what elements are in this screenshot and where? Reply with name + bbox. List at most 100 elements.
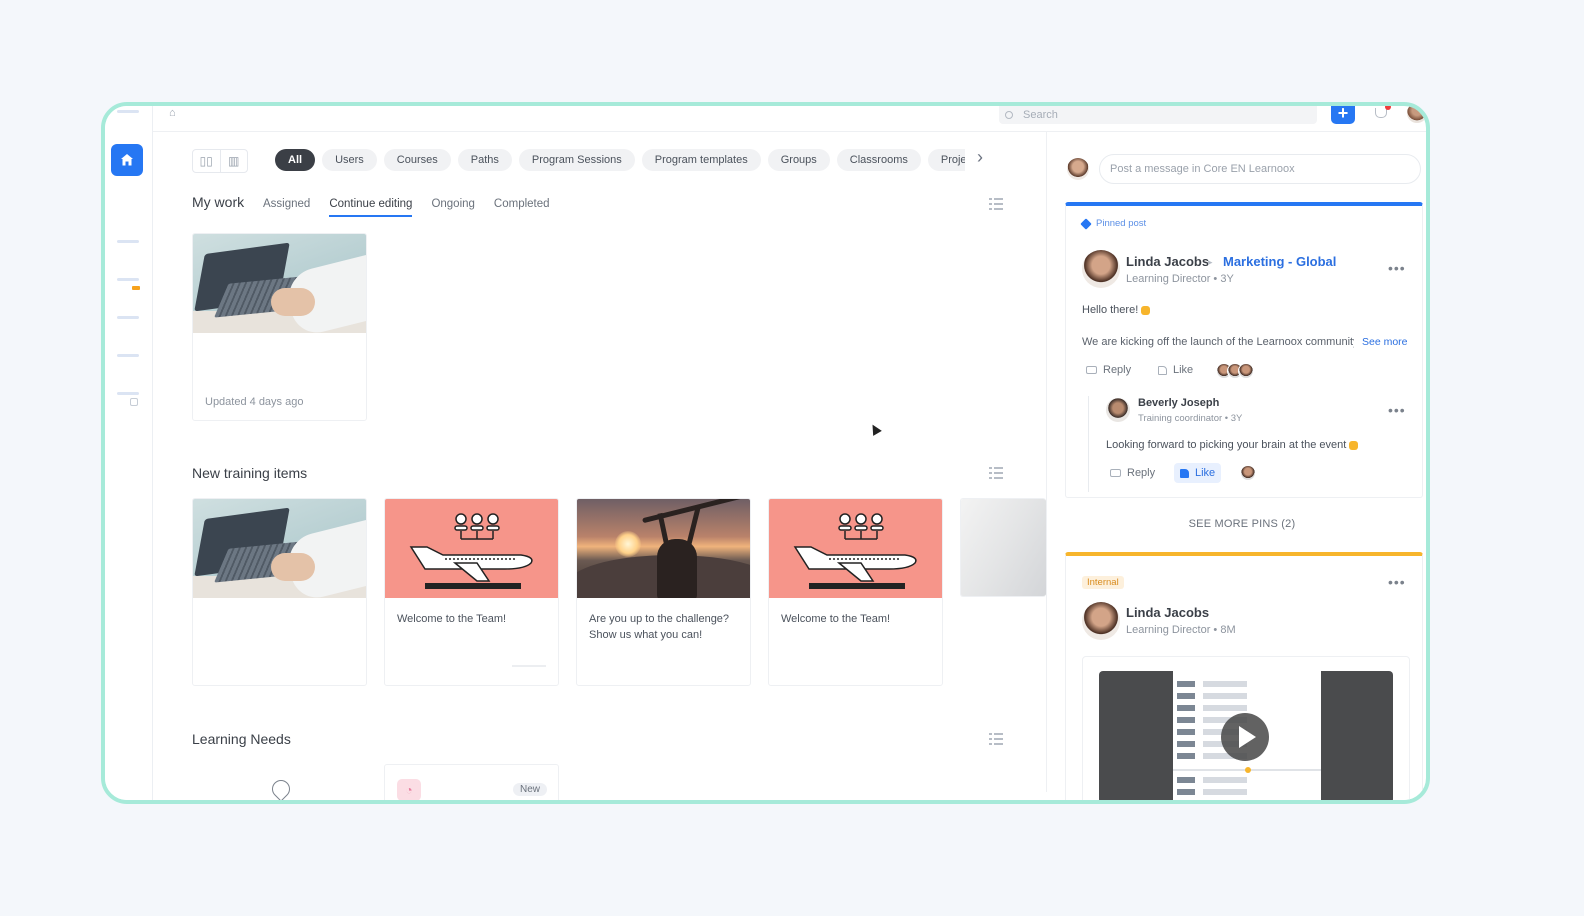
post-composer-input[interactable]: Post a message in Core EN Learnoox	[1099, 154, 1421, 184]
rail-item-2[interactable]	[117, 278, 139, 281]
chip-users[interactable]: Users	[322, 149, 377, 171]
training-card[interactable]	[960, 498, 1046, 597]
tab-completed[interactable]: Completed	[494, 198, 550, 217]
search-input[interactable]: Search	[999, 106, 1317, 124]
chip-program-sessions[interactable]: Program Sessions	[518, 149, 635, 171]
rail-item-5[interactable]	[117, 392, 139, 395]
card-caption: Welcome to the Team!	[397, 613, 507, 625]
more-options-icon[interactable]: •••	[1388, 260, 1406, 276]
composer-placeholder: Post a message in Core EN Learnoox	[1110, 163, 1295, 175]
thumbs-up-icon	[1158, 365, 1167, 375]
card-thumbnail	[193, 234, 366, 333]
lock-icon	[130, 398, 138, 406]
breadcrumb-home-icon[interactable]: ⌂	[169, 107, 176, 119]
comment-like-button[interactable]: Like	[1174, 463, 1222, 483]
my-work-card[interactable]: Updated 4 days ago	[192, 233, 367, 421]
my-work-title: My work	[192, 194, 245, 210]
chevron-right-icon[interactable]: ›	[977, 147, 983, 168]
internal-tag: Internal	[1082, 576, 1124, 589]
stats-view-icon[interactable]: ▥	[221, 150, 248, 172]
play-icon[interactable]	[1221, 713, 1269, 761]
reply-icon	[1086, 366, 1097, 374]
post-body: We are kicking off the launch of the Lea…	[1082, 336, 1354, 348]
card-caption: Are you up to the challenge? Show us wha…	[589, 613, 730, 641]
chip-groups[interactable]: Groups	[767, 149, 830, 171]
home-nav-button[interactable]	[111, 144, 143, 176]
mouse-cursor-icon	[868, 422, 882, 436]
card-thumbnail	[577, 499, 750, 598]
create-button[interactable]: +	[1331, 106, 1355, 124]
comment-text: Looking forward to picking your brain at…	[1106, 439, 1359, 451]
tab-ongoing[interactable]: Ongoing	[431, 198, 474, 217]
likers-avatars[interactable]	[1216, 363, 1254, 379]
search-placeholder: Search	[1023, 109, 1058, 121]
video-progress[interactable]	[1173, 767, 1321, 773]
left-rail	[105, 106, 153, 800]
more-options-icon[interactable]: •••	[1388, 402, 1406, 418]
filter-chips: All Users Courses Paths Program Sessions…	[275, 149, 965, 173]
video-player[interactable]	[1099, 671, 1393, 800]
pinned-label: Pinned post	[1080, 217, 1147, 230]
commenter-role: Training coordinator • 3Y	[1138, 413, 1243, 424]
emoji-icon	[1349, 440, 1359, 450]
home-icon	[121, 154, 133, 166]
card-updated: Updated 4 days ago	[205, 396, 304, 408]
like-button[interactable]: Like	[1158, 364, 1193, 376]
rail-item-4[interactable]	[117, 354, 139, 357]
training-card[interactable]	[192, 498, 367, 686]
tab-continue-editing[interactable]: Continue editing	[329, 198, 413, 217]
chip-courses[interactable]: Courses	[383, 149, 451, 171]
author-role: Learning Director • 3Y	[1126, 273, 1234, 285]
tab-assigned[interactable]: Assigned	[263, 198, 310, 217]
card-divider	[512, 665, 546, 667]
card-caption: Welcome to the Team!	[781, 613, 891, 625]
author-name[interactable]: Linda Jacobs	[1126, 605, 1209, 620]
chip-classrooms[interactable]: Classrooms	[836, 149, 921, 171]
timer-icon: ◔	[397, 779, 421, 800]
more-options-icon[interactable]: •••	[1388, 574, 1406, 590]
card-thumbnail	[385, 499, 558, 598]
location-pin-icon	[268, 776, 294, 800]
training-card[interactable]: Are you up to the challenge? Show us wha…	[576, 498, 751, 686]
pinned-label-text: Pinned post	[1096, 218, 1147, 229]
group-link[interactable]: Marketing - Global	[1223, 254, 1336, 269]
training-card[interactable]: Welcome to the Team!	[384, 498, 559, 686]
see-more-pins-button[interactable]: SEE MORE PINS (2)	[1061, 518, 1423, 530]
learning-needs-title: Learning Needs	[192, 731, 291, 747]
chip-program-templates[interactable]: Program templates	[641, 149, 761, 171]
learning-need-card[interactable]: ◔ New	[384, 764, 559, 800]
panel-divider	[1046, 132, 1047, 792]
commenter-name[interactable]: Beverly Joseph	[1138, 397, 1219, 409]
comment-reply-button[interactable]: Reply	[1110, 467, 1155, 479]
reply-button[interactable]: Reply	[1086, 364, 1131, 376]
commenter-avatar[interactable]	[1106, 398, 1130, 422]
chip-all[interactable]: All	[275, 149, 316, 171]
thread-line	[1088, 396, 1089, 492]
activity-feed: Post a message in Core EN Learnoox Pinne…	[1061, 132, 1426, 800]
card-thumbnail	[193, 499, 366, 598]
video-attachment	[1082, 656, 1410, 800]
list-view-icon[interactable]	[989, 467, 1003, 479]
pinned-post: Pinned post Linda Jacobs ▸ Marketing - G…	[1065, 202, 1423, 498]
see-more-link[interactable]: See more	[1362, 336, 1408, 348]
thumbs-up-icon	[1180, 468, 1189, 478]
main-content: ▯▯ ▥ All Users Courses Paths Program Ses…	[153, 132, 1046, 800]
training-card[interactable]: Welcome to the Team!	[768, 498, 943, 686]
rail-item-3[interactable]	[117, 316, 139, 319]
rail-item-1[interactable]	[117, 240, 139, 243]
list-view-icon[interactable]	[989, 198, 1003, 210]
learning-need-card[interactable]	[192, 764, 367, 800]
catalog-view-icon[interactable]: ▯▯	[193, 150, 221, 172]
author-avatar[interactable]	[1082, 250, 1120, 288]
new-badge: New	[513, 783, 548, 796]
bell-icon[interactable]	[1375, 108, 1387, 118]
user-avatar[interactable]	[1407, 106, 1426, 123]
author-avatar[interactable]	[1082, 602, 1120, 640]
list-view-icon[interactable]	[989, 733, 1003, 745]
chip-projects[interactable]: Proje	[927, 149, 965, 171]
chip-paths[interactable]: Paths	[457, 149, 512, 171]
comment-likers-avatars[interactable]	[1240, 465, 1256, 481]
author-name[interactable]: Linda Jacobs	[1126, 254, 1209, 269]
post-greeting: Hello there!	[1082, 304, 1151, 316]
rail-logo	[117, 110, 139, 113]
